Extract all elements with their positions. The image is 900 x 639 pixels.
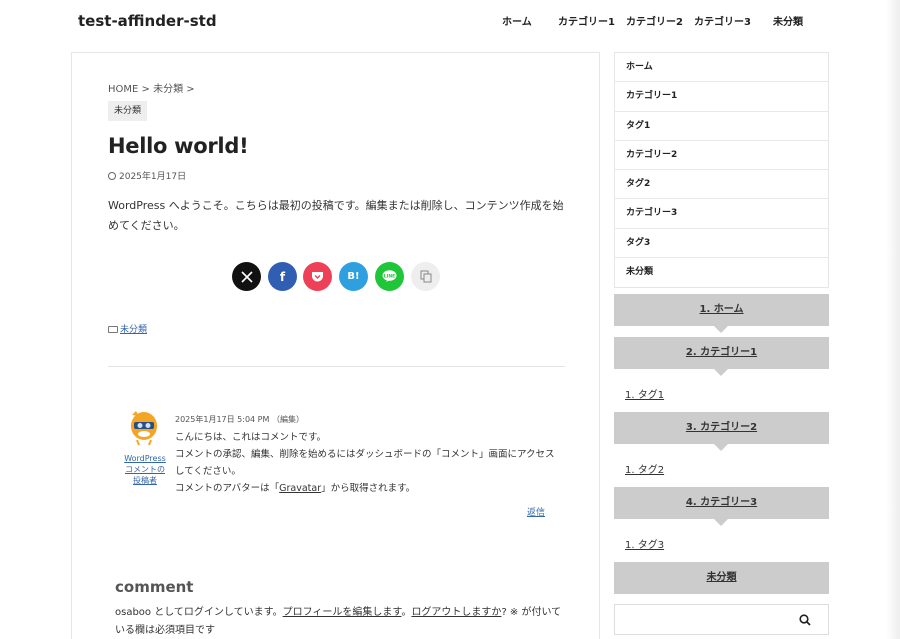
comment-line: コメントのアバターは「Gravatar」から取得されます。 [175,480,555,497]
comment-line: こんにちは、これはコメントです。 [175,432,327,443]
sidebar-item-category2[interactable]: カテゴリー2 [615,141,828,170]
copy-icon [420,270,431,283]
sidebar-heading-link[interactable]: 1. ホーム [700,304,744,315]
sidebar-item-tag1[interactable]: タグ1 [615,112,828,141]
down-arrow-icon [714,369,728,376]
comment-text: こんにちは、これはコメントです。 コメントの承認、編集、削除を始めるにはダッシュ… [175,429,555,497]
post-date: 2025年1月17日 [108,169,186,182]
sidebar-link-tag1[interactable]: 1. タグ1 [625,386,664,401]
comment-author-link[interactable]: WordPress コメントの投稿者 [123,453,167,486]
sidebar-heading-link[interactable]: 3. カテゴリー2 [686,422,757,433]
down-arrow-icon [714,326,728,333]
facebook-share-button[interactable]: f [268,262,297,291]
sidebar-item-category3[interactable]: カテゴリー3 [615,199,828,229]
edit-profile-link[interactable]: プロフィールを編集します [283,607,402,618]
svg-text:LINE: LINE [384,273,395,279]
comment-text-fragment: コメントのアバターは「 [175,483,280,494]
sidebar-heading-category1: 2. カテゴリー1 [614,337,829,376]
post-category-link[interactable]: 未分類 [120,325,147,335]
search-icon[interactable] [799,614,811,626]
sidebar-link-tag2[interactable]: 1. タグ2 [625,461,664,476]
sidebar-item-tag3[interactable]: タグ3 [615,229,828,258]
sidebar-heading-category3: 4. カテゴリー3 [614,487,829,526]
clock-icon [108,172,116,180]
line-share-button[interactable]: LINE [375,262,404,291]
pocket-icon [312,271,323,281]
down-arrow-icon [714,444,728,451]
sidebar-item-uncategorized[interactable]: 未分類 [615,258,828,287]
pocket-share-button[interactable] [303,262,332,291]
sidebar-item-home[interactable]: ホーム [615,53,828,83]
sidebar-item-tag2[interactable]: タグ2 [615,170,828,200]
comment-text-fragment: 」から取得されます。 [321,483,416,494]
scroll-edge-shadow [886,0,900,639]
hatena-bookmark-icon: B! [347,271,360,282]
sidebar-menu: ホーム カテゴリー1 タグ1 カテゴリー2 タグ2 カテゴリー3 タグ3 未分類 [614,52,829,288]
logged-in-notice: osaboo としてログインしています。プロフィールを編集します。ログアウトしま… [115,607,562,636]
comment-line: コメントの承認、編集、削除を始めるにはダッシュボードの「コメント」画面にアクセス… [175,449,555,477]
x-share-button[interactable] [232,262,261,291]
logout-link[interactable]: ログアウトしますか [411,607,501,618]
sidebar-heading-uncategorized: 未分類 [614,562,829,594]
gnav-item-category2[interactable]: カテゴリー2 [626,13,683,28]
gravatar-link[interactable]: Gravatar [279,483,321,494]
comment-meta[interactable]: 2025年1月17日 5:04 PM （編集） [175,414,304,425]
copy-link-button[interactable] [411,262,440,291]
sidebar-heading-link[interactable]: 2. カテゴリー1 [686,347,757,358]
comment-form-heading: comment [115,578,194,596]
post-body: WordPress へようこそ。こちらは最初の投稿です。編集または削除し、コンテ… [108,199,564,232]
breadcrumb[interactable]: HOME > 未分類 > [108,80,195,95]
sidebar-link-tag3[interactable]: 1. タグ3 [625,536,664,551]
facebook-icon: f [279,269,286,284]
reply-link[interactable]: 返信 [527,505,545,518]
avatar [131,411,157,446]
sidebar-heading-category2: 3. カテゴリー2 [614,412,829,451]
global-nav: ホーム カテゴリー1 カテゴリー2 カテゴリー3 未分類 [0,13,900,29]
divider [108,366,565,367]
post-category: 未分類 [108,322,147,335]
gnav-item-category3[interactable]: カテゴリー3 [694,13,751,28]
category-badge[interactable]: 未分類 [108,101,148,121]
folder-icon [108,326,118,333]
search-box[interactable] [614,604,829,635]
line-icon: LINE [382,270,397,282]
gnav-item-home[interactable]: ホーム [502,13,532,28]
article-card: HOME > 未分類 > 未分類 Hello world! 2025年1月17日… [71,52,600,639]
sidebar-heading-link[interactable]: 4. カテゴリー3 [686,497,757,508]
sidebar-item-category1[interactable]: カテゴリー1 [615,82,828,112]
x-icon [240,270,253,283]
site-header: test-affinder-std ホーム カテゴリー1 カテゴリー2 カテゴリ… [0,0,900,44]
post-date-text: 2025年1月17日 [119,172,187,182]
post-title: Hello world! [108,134,249,158]
gnav-item-category1[interactable]: カテゴリー1 [558,13,615,28]
logged-in-text: osaboo としてログインしています。 [115,607,283,618]
down-arrow-icon [714,519,728,526]
hatena-share-button[interactable]: B! [339,262,368,291]
gnav-item-uncategorized[interactable]: 未分類 [773,13,803,28]
sidebar-heading-link[interactable]: 未分類 [707,572,737,583]
sidebar-heading-home: 1. ホーム [614,294,829,333]
